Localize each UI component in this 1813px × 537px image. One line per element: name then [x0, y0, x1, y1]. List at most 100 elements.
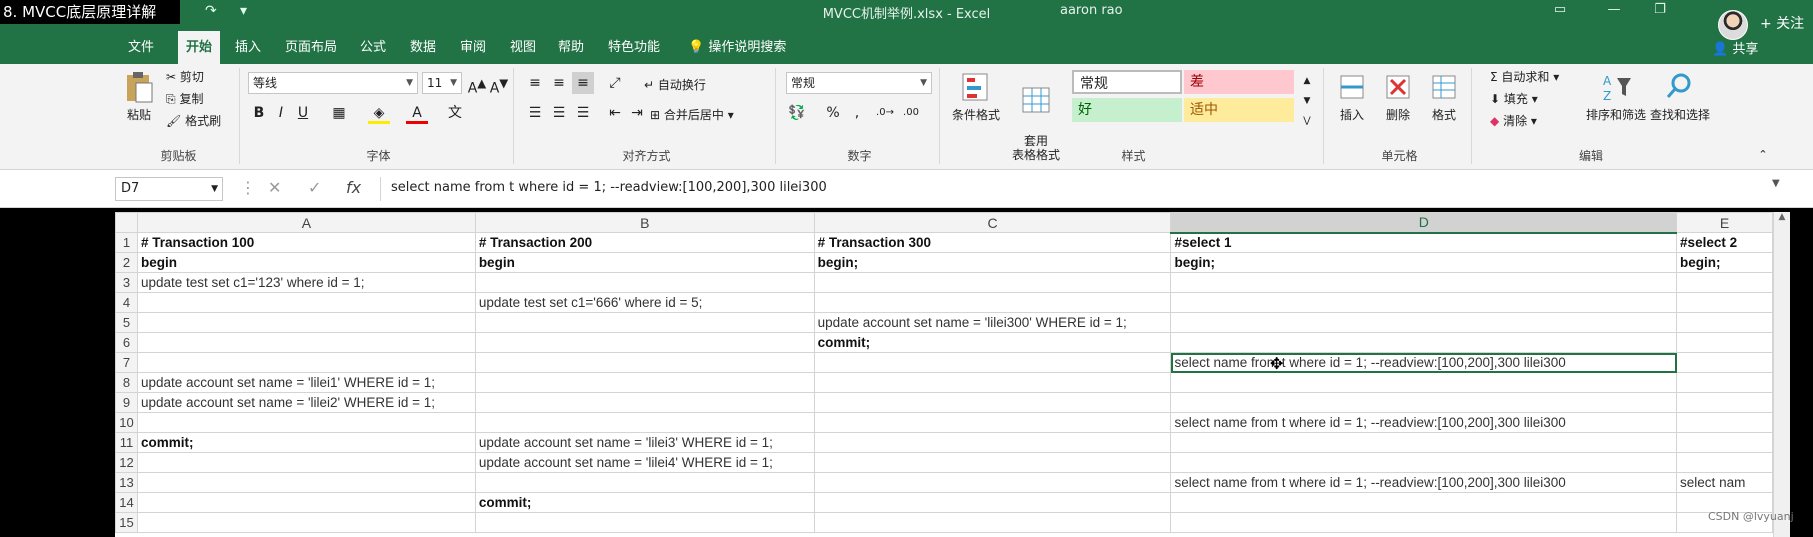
worksheet-grid[interactable]: ABCDE 1 # Transaction 100 # Transaction 20…	[115, 212, 1773, 537]
cell-a7[interactable]	[136, 352, 476, 373]
fill-button[interactable]: ⬇ 填充 ▾	[1490, 90, 1538, 107]
phonetic-icon[interactable]: 文	[444, 102, 466, 124]
bold-button[interactable]: B	[248, 102, 270, 124]
find-select-button[interactable]: 查找和选择	[1648, 70, 1712, 123]
row-header[interactable]: 14	[115, 492, 138, 513]
grow-font-button[interactable]: A▲	[466, 72, 488, 97]
cell-d10[interactable]: select name from t where id = 1; --readv…	[1170, 412, 1678, 433]
cell-c3[interactable]	[813, 272, 1172, 293]
underline-button[interactable]: U	[292, 102, 314, 124]
column-header-a[interactable]: A	[136, 212, 476, 233]
cell-a8[interactable]: update account set name = 'lilei1' WHERE…	[136, 372, 476, 393]
row-header[interactable]: 1	[115, 232, 138, 253]
row-header[interactable]: 9	[115, 392, 138, 413]
cell-b11[interactable]: update account set name = 'lilei3' WHERE…	[474, 432, 815, 453]
cell-d14[interactable]	[1170, 492, 1678, 513]
align-bottom-icon[interactable]: ≡	[572, 72, 594, 94]
cell-d6[interactable]	[1170, 332, 1678, 353]
expand-formula-icon[interactable]: ▼	[1772, 178, 1780, 189]
cell-d9[interactable]	[1170, 392, 1678, 413]
formula-input[interactable]: select name from t where id = 1; --readv…	[380, 177, 1770, 201]
share-button[interactable]: 👤 共享	[1712, 38, 1758, 57]
redo-icon[interactable]: ↷	[205, 3, 217, 19]
row-header[interactable]: 12	[115, 452, 138, 473]
tab-help[interactable]: 帮助	[558, 36, 584, 55]
cell-a4[interactable]	[136, 292, 476, 313]
user-name[interactable]: aaron rao	[1060, 3, 1123, 18]
cell-e3[interactable]	[1676, 272, 1773, 293]
cell-c15[interactable]	[813, 512, 1172, 533]
scroll-up-icon[interactable]: ▲	[1774, 212, 1790, 222]
cell-e4[interactable]	[1676, 292, 1773, 313]
cell-a6[interactable]	[136, 332, 476, 353]
cell-d2[interactable]: begin;	[1170, 252, 1678, 273]
align-left-icon[interactable]: ☰	[524, 102, 546, 124]
cell-a14[interactable]	[136, 492, 476, 513]
cell-a5[interactable]	[136, 312, 476, 333]
cell-a3[interactable]: update test set c1='123' where id = 1;	[136, 272, 476, 293]
format-cells-button[interactable]: 格式	[1424, 70, 1464, 123]
cell-a13[interactable]	[136, 472, 476, 493]
row-header[interactable]: 11	[115, 432, 138, 453]
cancel-icon[interactable]: ✕	[268, 178, 281, 197]
insert-cells-button[interactable]: 插入	[1332, 70, 1372, 123]
cell-b1[interactable]: # Transaction 200	[474, 232, 815, 253]
styles-scroll-down-icon[interactable]: ▼	[1296, 90, 1318, 112]
cell-c12[interactable]	[813, 452, 1172, 473]
cell-d15[interactable]	[1170, 512, 1678, 533]
shrink-font-button[interactable]: A▼	[488, 72, 510, 97]
collapse-ribbon-icon[interactable]: ⌃	[1752, 144, 1774, 166]
cell-c11[interactable]	[813, 432, 1172, 453]
cell-b13[interactable]	[474, 472, 815, 493]
conditional-format-button[interactable]: 条件格式	[948, 70, 1004, 123]
cell-a1[interactable]: # Transaction 100	[136, 232, 476, 253]
percent-icon[interactable]: %	[822, 102, 844, 124]
row-header[interactable]: 15	[115, 512, 138, 533]
styles-scroll-up-icon[interactable]: ▲	[1296, 70, 1318, 92]
cell-b5[interactable]	[474, 312, 815, 333]
cell-e12[interactable]	[1676, 452, 1773, 473]
increase-indent-icon[interactable]: ⇥	[626, 102, 648, 124]
cell-b15[interactable]	[474, 512, 815, 533]
fill-color-icon[interactable]: ◈	[368, 102, 390, 124]
cell-c14[interactable]	[813, 492, 1172, 513]
cell-d4[interactable]	[1170, 292, 1678, 313]
enter-icon[interactable]: ✓	[308, 178, 321, 197]
delete-cells-button[interactable]: 删除	[1378, 70, 1418, 123]
column-header-b[interactable]: B	[474, 212, 815, 233]
copy-button[interactable]: ⎘ 复制	[166, 90, 203, 107]
sort-filter-button[interactable]: AZ 排序和筛选	[1584, 70, 1648, 123]
cell-c7[interactable]	[813, 352, 1172, 373]
cell-a11[interactable]: commit;	[136, 432, 476, 453]
decrease-decimal-icon[interactable]: .00	[900, 102, 922, 124]
align-center-icon[interactable]: ☰	[548, 102, 570, 124]
cell-e5[interactable]	[1676, 312, 1773, 333]
format-painter-button[interactable]: 🖌 格式刷	[166, 112, 221, 129]
tab-formulas[interactable]: 公式	[360, 36, 386, 55]
row-header[interactable]: 10	[115, 412, 138, 433]
column-header-e[interactable]: E	[1676, 212, 1773, 233]
cell-b9[interactable]	[474, 392, 815, 413]
cell-d8[interactable]	[1170, 372, 1678, 393]
styles-more-icon[interactable]: ⋁	[1296, 110, 1318, 132]
cell-b3[interactable]	[474, 272, 815, 293]
cell-a9[interactable]: update account set name = 'lilei2' WHERE…	[136, 392, 476, 413]
cell-c9[interactable]	[813, 392, 1172, 413]
row-header[interactable]: 2	[115, 252, 138, 273]
cell-e1[interactable]: #select 2	[1676, 232, 1773, 253]
cell-b12[interactable]: update account set name = 'lilei4' WHERE…	[474, 452, 815, 473]
vertical-scrollbar[interactable]: ▲	[1773, 212, 1790, 537]
cell-e13[interactable]: select nam	[1676, 472, 1773, 493]
currency-icon[interactable]: 💱	[786, 102, 808, 124]
tab-view[interactable]: 视图	[510, 36, 536, 55]
orientation-icon[interactable]: ⤢	[604, 72, 626, 94]
cell-d13[interactable]: select name from t where id = 1; --readv…	[1170, 472, 1678, 493]
insert-function-icon[interactable]: fx	[346, 178, 361, 197]
number-format-select[interactable]: 常规 ▼	[786, 72, 932, 94]
column-header-d[interactable]: D	[1170, 212, 1678, 234]
row-header[interactable]: 4	[115, 292, 138, 313]
cell-d5[interactable]	[1170, 312, 1678, 333]
tab-insert[interactable]: 插入	[235, 36, 261, 55]
cell-e8[interactable]	[1676, 372, 1773, 393]
customize-qat-icon[interactable]: ▾	[240, 3, 247, 19]
